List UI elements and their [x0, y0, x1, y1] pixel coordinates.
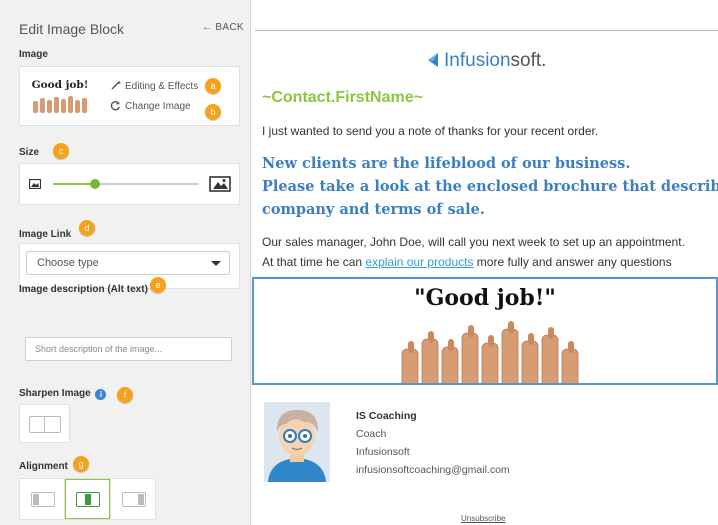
- caret-down-icon: [211, 261, 221, 266]
- size-slider[interactable]: [53, 177, 199, 191]
- alignment-section-label: Alignment: [19, 461, 68, 472]
- sharpen-section-label: Sharpen Image i: [19, 388, 107, 400]
- panel-title: Edit Image Block: [19, 21, 125, 37]
- align-right-icon: [122, 492, 146, 507]
- align-right-button[interactable]: [111, 479, 155, 519]
- toggle-knob: [44, 417, 45, 432]
- badge-c: c: [53, 143, 69, 159]
- preview-divider: [255, 30, 718, 31]
- sharpen-label-text: Sharpen Image: [19, 388, 91, 399]
- sharpen-box: [19, 404, 70, 443]
- headline-line-3[interactable]: company and terms of sale.: [262, 199, 485, 221]
- badge-e: e: [150, 277, 166, 293]
- link-type-select[interactable]: Choose type: [26, 251, 230, 275]
- unsubscribe-link[interactable]: Unsubscribe: [461, 514, 505, 523]
- link-type-value: Choose type: [37, 257, 99, 269]
- infusionsoft-logo: Infusionsoft.: [426, 50, 546, 72]
- refresh-icon: [110, 101, 120, 111]
- image-thumbnail[interactable]: Good job!: [30, 77, 90, 113]
- headline-line-2[interactable]: Please take a look at the enclosed broch…: [262, 176, 718, 198]
- greeting-merge-field[interactable]: ~Contact.FirstName~: [262, 89, 423, 107]
- signature-avatar: [264, 402, 330, 482]
- logo-text-light: soft.: [510, 50, 547, 71]
- alt-text-placeholder: Short description of the image...: [35, 344, 163, 354]
- headline-line-1[interactable]: New clients are the lifeblood of our bus…: [262, 153, 630, 175]
- badge-f: f: [117, 387, 133, 403]
- align-left-button[interactable]: [20, 479, 65, 519]
- align-center-icon: [76, 492, 100, 507]
- signature-role: Coach: [356, 428, 387, 440]
- align-left-icon: [31, 492, 55, 507]
- body-line-2-pre: At that time he can: [262, 255, 366, 269]
- body-line-2-post: more fully and answer any questions: [473, 255, 672, 269]
- intro-paragraph[interactable]: I just wanted to send you a note of than…: [262, 121, 598, 141]
- badge-d: d: [79, 220, 95, 236]
- alt-text-input[interactable]: Short description of the image...: [25, 337, 232, 361]
- image-link-section-label: Image Link: [19, 229, 72, 240]
- thumbs-up-crowd-thumbnail: [33, 96, 87, 113]
- body-line-2[interactable]: At that time he can explain our products…: [262, 252, 672, 272]
- image-box: Good job! Editing & Effects Change Image…: [19, 66, 240, 126]
- logo-mark-icon: [428, 53, 438, 67]
- back-button[interactable]: ← BACK: [202, 22, 244, 33]
- cartoon-avatar: [264, 402, 330, 482]
- badge-a: a: [205, 78, 221, 94]
- badge-b: b: [205, 104, 221, 120]
- thumbnail-text: Good job!: [31, 79, 89, 91]
- explain-products-link[interactable]: explain our products: [365, 255, 473, 269]
- image-section-label: Image: [19, 49, 48, 60]
- editing-effects-label: Editing & Effects: [125, 81, 199, 92]
- slider-fill: [53, 183, 96, 185]
- editing-effects-link[interactable]: Editing & Effects: [110, 80, 198, 92]
- signature-email: infusionsoftcoaching@gmail.com: [356, 464, 510, 476]
- email-preview: Infusionsoft. ~Contact.FirstName~ I just…: [251, 0, 718, 525]
- badge-g: g: [73, 456, 89, 472]
- info-icon[interactable]: i: [95, 389, 107, 400]
- selected-image-block[interactable]: "Good job!": [252, 277, 718, 385]
- body-line-1[interactable]: Our sales manager, John Doe, will call y…: [262, 232, 685, 252]
- change-image-link[interactable]: Change Image: [110, 100, 191, 112]
- logo-text-bold: Infusion: [444, 50, 511, 71]
- alt-text-section-label: Image description (Alt text): [19, 284, 148, 295]
- magic-wand-icon: [111, 81, 121, 90]
- sharpen-toggle[interactable]: [29, 416, 61, 433]
- image-caption-text: "Good job!": [414, 285, 556, 311]
- size-section-label: Size: [19, 147, 40, 158]
- align-center-button[interactable]: [65, 479, 111, 519]
- image-link-box: Choose type: [19, 243, 240, 289]
- thumbs-up-crowd-image: [401, 321, 579, 383]
- signature-company: Infusionsoft: [356, 446, 410, 458]
- alignment-group: [19, 478, 156, 520]
- change-image-label: Change Image: [125, 101, 191, 112]
- large-image-icon: [209, 176, 231, 192]
- signature-name: IS Coaching: [356, 410, 417, 422]
- size-box: [19, 163, 240, 205]
- small-image-icon: [29, 179, 41, 189]
- slider-thumb[interactable]: [90, 179, 101, 189]
- edit-image-panel: Edit Image Block ← BACK Image Good job! …: [0, 0, 251, 525]
